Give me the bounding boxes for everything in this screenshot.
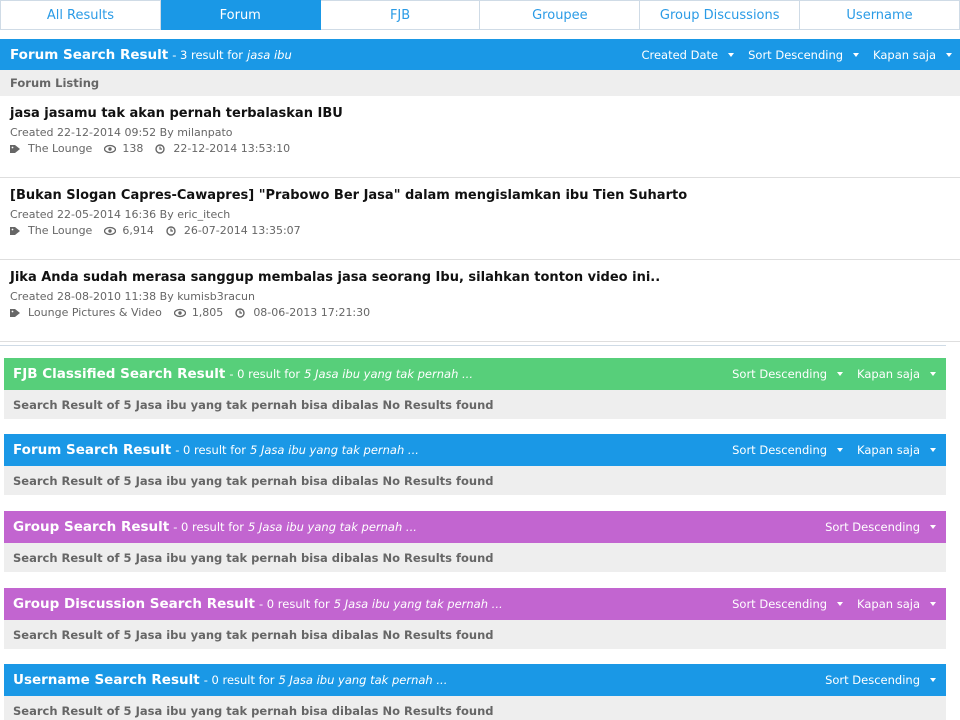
group-no-results: Search Result of 5 Jasa ibu yang tak per…: [4, 543, 946, 572]
sort-dropdown[interactable]: Sort Descending: [825, 673, 936, 687]
tab-username[interactable]: Username: [800, 0, 960, 30]
forum-result-header-2: Forum Search Result - 0 result for 5 Jas…: [4, 434, 946, 466]
sort-label: Sort Descending: [825, 673, 920, 687]
group-result-count: - 0 result for: [173, 520, 245, 534]
thread-last-post: 22-12-2014 13:53:10: [173, 142, 291, 155]
sort-dropdown[interactable]: Sort Descending: [732, 597, 844, 611]
fjb-result-header: FJB Classified Search Result - 0 result …: [4, 358, 946, 390]
tag-icon: [10, 226, 20, 235]
thread-title-link[interactable]: [Bukan Slogan Capres-Cawapres] "Prabowo …: [10, 188, 960, 203]
list-item: [Bukan Slogan Capres-Cawapres] "Prabowo …: [0, 178, 960, 260]
sort-dropdown[interactable]: Sort Descending: [732, 367, 844, 381]
group-discussion-result-header: Group Discussion Search Result - 0 resul…: [4, 588, 946, 620]
fjb-result-query: 5 Jasa ibu yang tak pernah ...: [304, 367, 473, 381]
caret-down-icon: [853, 52, 860, 57]
sort-dropdown[interactable]: Sort Descending: [825, 520, 936, 534]
caret-down-icon: [930, 678, 936, 682]
tag-icon: [10, 144, 20, 153]
group-result-title: Group Search Result: [13, 519, 170, 535]
thread-views: 6,914: [122, 224, 154, 237]
group-discussion-result-title: Group Discussion Search Result: [13, 596, 255, 612]
thread-last-post: 26-07-2014 13:35:07: [183, 224, 301, 237]
forum-result-header: Forum Search Result - 3 result for jasa …: [0, 39, 960, 70]
caret-down-icon: [837, 602, 844, 606]
group-discussion-no-results: Search Result of 5 Jasa ibu yang tak per…: [4, 620, 946, 649]
fjb-result-count: - 0 result for: [229, 367, 301, 381]
time-label: Kapan saja: [873, 47, 936, 62]
clock-icon: [166, 225, 176, 236]
thread-created: Created 28-08-2010 11:38 By kumisb3racun: [10, 290, 255, 303]
time-dropdown[interactable]: Kapan saja: [873, 48, 952, 62]
time-label: Kapan saja: [857, 597, 920, 611]
sort-label: Sort Descending: [732, 443, 828, 457]
sort-label: Sort Descending: [732, 367, 828, 381]
caret-down-icon: [837, 448, 844, 452]
clock-icon: [235, 307, 246, 318]
forum-result-title: Forum Search Result: [10, 46, 169, 63]
tab-forum[interactable]: Forum: [160, 0, 321, 30]
caret-down-icon: [837, 372, 844, 376]
time-dropdown[interactable]: Kapan saja: [857, 443, 936, 457]
thread-category-link[interactable]: The Lounge: [28, 224, 92, 237]
eye-icon: [173, 308, 186, 317]
tab-group-discussions[interactable]: Group Discussions: [640, 0, 801, 30]
thread-views: 1,805: [191, 306, 224, 319]
thread-views: 138: [122, 142, 144, 155]
caret-down-icon: [728, 52, 735, 57]
time-label: Kapan saja: [857, 443, 920, 457]
created-date-label: Created Date: [641, 47, 719, 62]
sort-dropdown[interactable]: Sort Descending: [748, 47, 860, 62]
fjb-result-title: FJB Classified Search Result: [13, 366, 226, 382]
tab-groupee[interactable]: Groupee: [480, 0, 641, 30]
sort-label: Sort Descending: [825, 520, 920, 534]
fjb-no-results: Search Result of 5 Jasa ibu yang tak per…: [4, 390, 946, 419]
time-dropdown[interactable]: Kapan saja: [857, 597, 936, 611]
sort-label: Sort Descending: [748, 47, 844, 62]
group-discussion-result-query: 5 Jasa ibu yang tak pernah ...: [333, 597, 503, 611]
tab-fjb[interactable]: FJB: [320, 0, 481, 30]
group-result-query: 5 Jasa ibu yang tak pernah ...: [248, 520, 417, 534]
divider: [0, 343, 946, 346]
tag-icon: [10, 308, 20, 317]
thread-title-link[interactable]: jasa jasamu tak akan pernah terbalaskan …: [10, 106, 960, 121]
sort-label: Sort Descending: [732, 597, 828, 611]
clock-icon: [155, 143, 166, 154]
forum-result-title-2: Forum Search Result: [13, 442, 172, 458]
username-no-results: Search Result of 5 Jasa ibu yang tak per…: [4, 696, 946, 720]
created-date-dropdown[interactable]: Created Date: [641, 47, 735, 62]
group-discussion-result-count: - 0 result for: [259, 597, 330, 611]
forum-result-count: - 3 result for: [172, 47, 244, 62]
sort-dropdown[interactable]: Sort Descending: [732, 443, 844, 457]
username-result-title: Username Search Result: [13, 672, 200, 688]
thread-last-post: 08-06-2013 17:21:30: [253, 306, 371, 319]
caret-down-icon: [930, 372, 936, 376]
eye-icon: [104, 144, 117, 153]
forum-result-count-2: - 0 result for: [175, 443, 247, 457]
caret-down-icon: [930, 525, 936, 529]
time-label: Kapan saja: [857, 367, 920, 381]
thread-created: Created 22-05-2014 16:36 By eric_itech: [10, 208, 231, 221]
caret-down-icon: [946, 52, 952, 57]
thread-created: Created 22-12-2014 09:52 By milanpato: [10, 126, 233, 139]
forum-result-query-2: 5 Jasa ibu yang tak pernah ...: [250, 443, 419, 457]
caret-down-icon: [930, 448, 936, 452]
forum-result-query: jasa ibu: [247, 47, 292, 62]
thread-title-link[interactable]: Jika Anda sudah merasa sanggup membalas …: [10, 270, 960, 285]
group-result-header: Group Search Result - 0 result for 5 Jas…: [4, 511, 946, 543]
username-result-header: Username Search Result - 0 result for 5 …: [4, 664, 946, 696]
username-result-count: - 0 result for: [203, 673, 275, 687]
username-result-query: 5 Jasa ibu yang tak pernah ...: [278, 673, 448, 687]
eye-icon: [104, 226, 117, 235]
caret-down-icon: [930, 602, 936, 606]
list-item: jasa jasamu tak akan pernah terbalaskan …: [0, 96, 960, 178]
list-item: Jika Anda sudah merasa sanggup membalas …: [0, 260, 960, 342]
thread-category-link[interactable]: The Lounge: [28, 142, 92, 155]
thread-category-link[interactable]: Lounge Pictures & Video: [28, 306, 162, 319]
search-tabs: All Results Forum FJB Groupee Group Disc…: [0, 0, 960, 30]
forum-no-results: Search Result of 5 Jasa ibu yang tak per…: [4, 466, 946, 495]
forum-listing-label: Forum Listing: [0, 70, 960, 96]
tab-all-results[interactable]: All Results: [1, 0, 161, 30]
time-dropdown[interactable]: Kapan saja: [857, 367, 936, 381]
